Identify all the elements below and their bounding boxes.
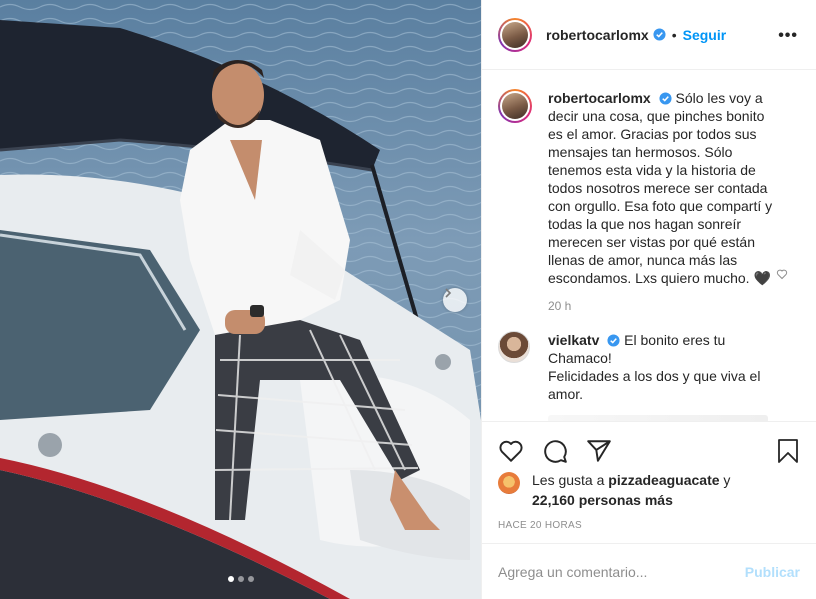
liker-avatar[interactable] — [498, 472, 520, 494]
post-header: robertocarlomx • Seguir ••• — [482, 0, 816, 70]
comment-author[interactable]: vielkatv — [548, 332, 599, 348]
verified-badge-icon — [653, 28, 666, 41]
carousel-dot — [248, 576, 254, 582]
author-avatar[interactable] — [498, 17, 532, 52]
carousel-dot — [238, 576, 244, 582]
chevron-right-icon — [445, 288, 452, 298]
like-icon[interactable] — [498, 438, 524, 464]
likes-summary: Les gusta a pizzadeaguacate y 22,160 per… — [498, 470, 730, 510]
post-side-panel: robertocarlomx • Seguir ••• robertocarlo… — [481, 0, 816, 599]
carousel-dots — [228, 576, 254, 582]
publish-button[interactable]: Publicar — [745, 564, 800, 580]
commenter-avatar[interactable] — [498, 331, 530, 363]
more-options-icon[interactable]: ••• — [778, 27, 798, 45]
add-comment-bar: Publicar — [482, 543, 816, 599]
carousel-dot — [228, 576, 234, 582]
caption-time: 20 h — [548, 299, 572, 313]
verified-badge-icon — [607, 334, 620, 347]
action-bar — [482, 421, 816, 477]
post-photo — [0, 0, 481, 599]
share-icon[interactable] — [586, 438, 612, 464]
likes-suffix: y — [719, 472, 731, 488]
comment-input[interactable] — [498, 563, 745, 580]
carousel-next-button[interactable] — [443, 288, 467, 312]
comment-text-line2: Felicidades a los dos y que viva el amor… — [548, 368, 761, 402]
header-separator: • — [671, 26, 677, 43]
caption-author-avatar[interactable] — [498, 89, 532, 123]
comments-list[interactable]: robertocarlomx Sólo les voy a decir una … — [482, 71, 816, 421]
save-icon[interactable] — [776, 438, 800, 464]
likes-others-link[interactable]: 22,160 personas más — [532, 492, 673, 508]
verified-badge-icon — [659, 92, 672, 105]
liker-username[interactable]: pizzadeaguacate — [608, 472, 719, 488]
comment-icon[interactable] — [542, 438, 568, 464]
post-timestamp[interactable]: HACE 20 HORAS — [498, 520, 582, 531]
caption-author[interactable]: robertocarlomx — [548, 90, 651, 106]
comment-like-icon[interactable] — [776, 268, 788, 280]
likes-prefix: Les gusta a — [532, 472, 609, 488]
boat-scene-image — [0, 0, 481, 599]
comment-item: vielkatv El bonito eres tu Chamaco! Feli… — [498, 331, 800, 403]
author-username[interactable]: robertocarlomx — [546, 27, 649, 43]
follow-button[interactable]: Seguir — [683, 27, 727, 43]
caption: robertocarlomx Sólo les voy a decir una … — [498, 89, 800, 287]
caption-text: Sólo les voy a decir una cosa, que pinch… — [548, 90, 773, 286]
